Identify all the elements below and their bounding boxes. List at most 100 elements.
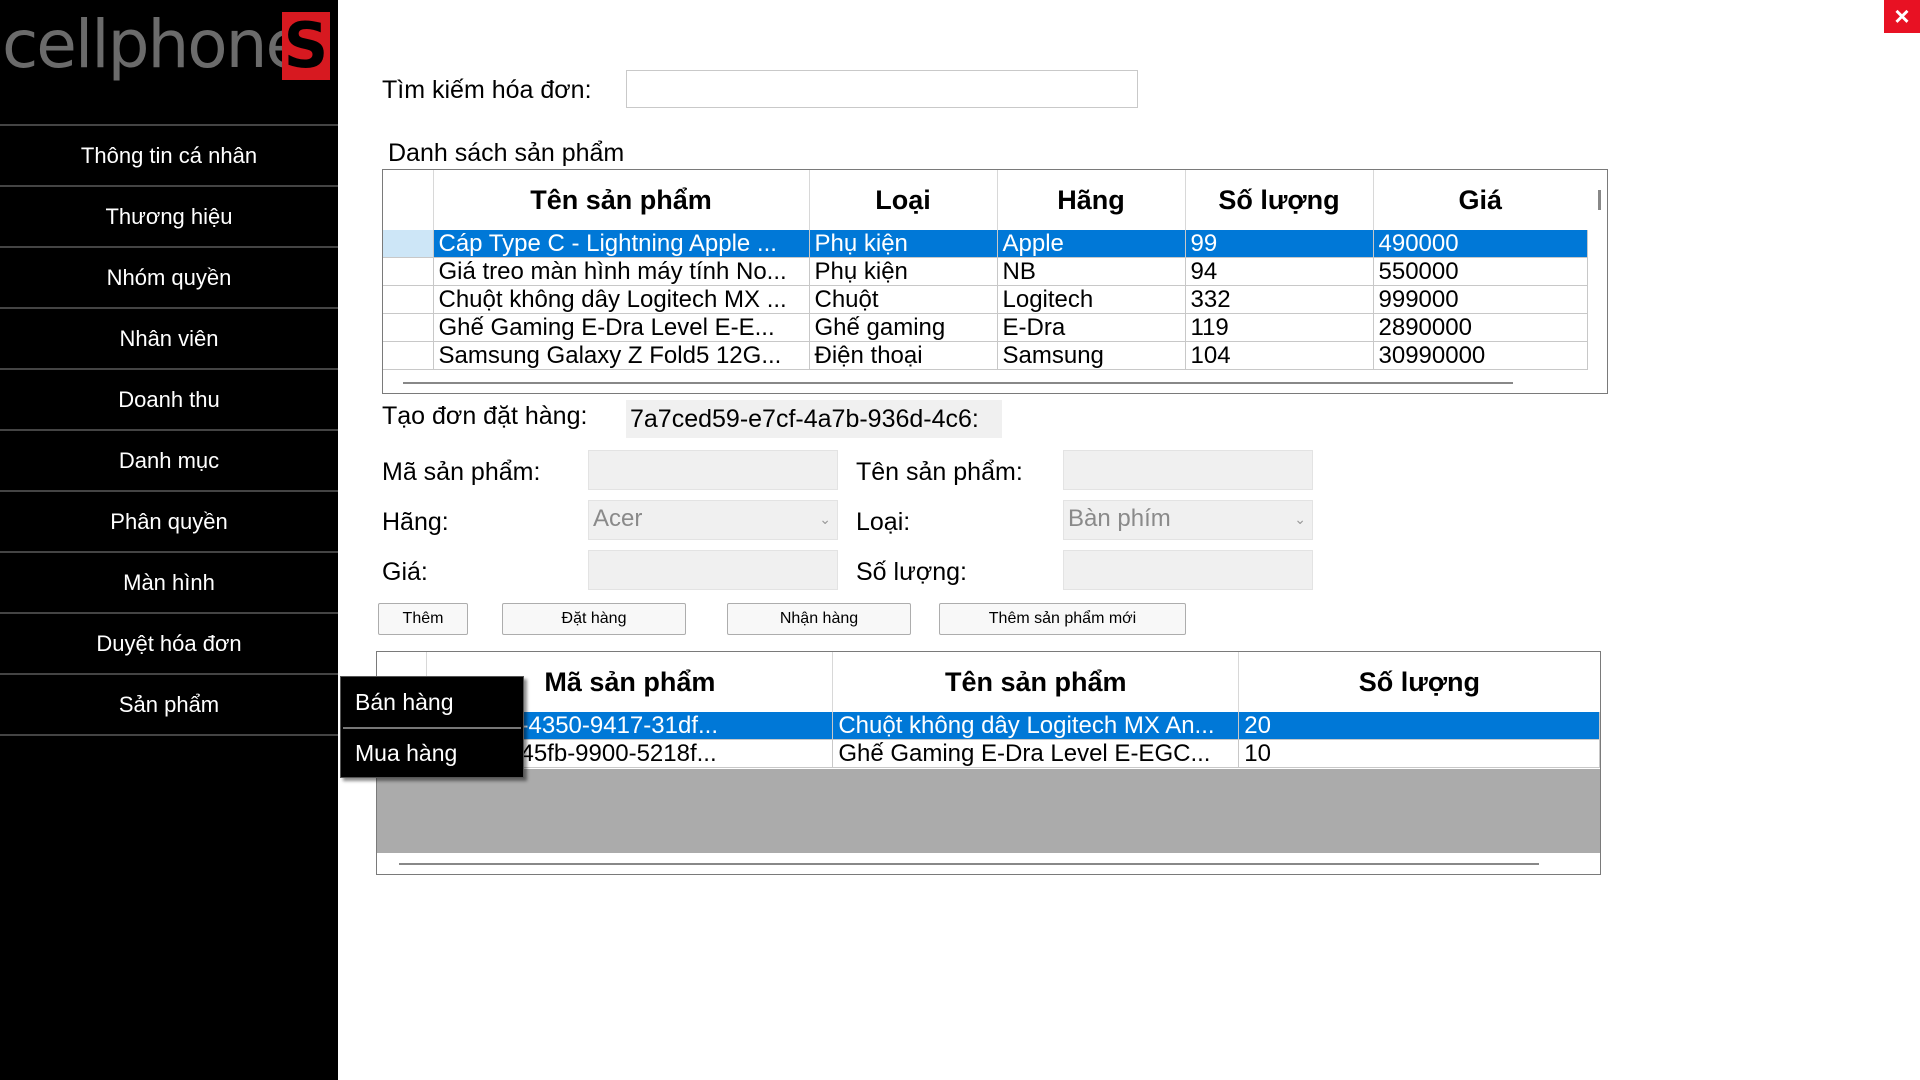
table-cell: Ghế Gaming E-Dra Level E-EGC... [832,739,1240,768]
sidebar-item-brands[interactable]: Thương hiệu [0,185,338,246]
order-items-grid[interactable]: Mã sản phẩm Tên sản phẩm Số lượng 74-26d… [376,651,1601,875]
product-name-field[interactable] [1063,450,1313,490]
quantity-label: Số lượng: [856,558,967,586]
brand-select-value: Acer [593,505,643,532]
price-field[interactable] [588,550,838,590]
table-cell: E-Dra [997,313,1186,342]
sidebar-item-employees[interactable]: Nhân viên [0,307,338,368]
column-header[interactable]: Số lượng [1238,652,1600,712]
table-cell: 94 [1185,257,1374,286]
table-cell: 2890000 [1373,313,1588,342]
close-icon[interactable]: × [1884,0,1920,33]
vertical-scrollbar[interactable] [1598,190,1601,210]
order-items-header: Mã sản phẩm Tên sản phẩm Số lượng [377,652,1600,712]
products-submenu: Bán hàng Mua hàng [340,676,524,778]
table-cell: 10 [1238,739,1600,768]
row-header[interactable] [383,313,434,342]
sidebar-item-invoice-approval[interactable]: Duyệt hóa đơn [0,612,338,673]
chevron-down-icon: ⌄ [1294,511,1306,527]
sidebar-item-permission-groups[interactable]: Nhóm quyền [0,246,338,307]
add-new-product-button[interactable]: Thêm sản phẩm mới [939,603,1186,635]
type-label: Loại: [856,508,911,536]
row-header[interactable] [383,285,434,314]
brand-select[interactable]: Acer ⌄ [588,500,838,540]
table-cell: 20 [1238,712,1600,740]
table-cell: 550000 [1373,257,1588,286]
submenu-item-purchasing[interactable]: Mua hàng [343,727,521,777]
table-cell: 332 [1185,285,1374,314]
search-input[interactable] [626,70,1138,108]
table-row[interactable]: Samsung Galaxy Z Fold5 12G... Điện thoại… [383,341,1588,370]
sidebar-item-categories[interactable]: Danh mục [0,429,338,490]
column-header[interactable]: Tên sản phẩm [433,170,810,230]
logo-text: cellphone [2,6,306,83]
grid-empty-area [377,769,1600,853]
horizontal-scrollbar[interactable] [399,863,1539,865]
table-cell: NB [997,257,1186,286]
sidebar-item-products[interactable]: Sản phẩm [0,673,338,736]
product-id-label: Mã sản phẩm: [382,458,541,486]
brand-label: Hãng: [382,508,449,536]
table-cell: Giá treo màn hình máy tính No... [433,257,810,286]
place-order-button[interactable]: Đặt hàng [502,603,686,635]
table-cell: Ghế gaming [809,313,998,342]
table-cell: 30990000 [1373,341,1588,370]
row-header[interactable] [383,341,434,370]
column-header[interactable]: Số lượng [1185,170,1374,230]
table-cell: 99 [1185,230,1374,258]
table-row[interactable]: Chuột không dây Logitech MX ... Chuột Lo… [383,285,1588,314]
table-cell: Điện thoại [809,341,998,370]
row-header-corner [383,170,434,230]
row-header[interactable] [383,230,434,258]
chevron-down-icon: ⌄ [819,511,831,527]
table-cell: Chuột không dây Logitech MX An... [832,712,1240,740]
table-cell: 104 [1185,341,1374,370]
product-list-title: Danh sách sản phẩm [388,139,625,167]
product-id-field[interactable] [588,450,838,490]
table-cell: Chuột [809,285,998,314]
sidebar-nav: Thông tin cá nhân Thương hiệu Nhóm quyền… [0,124,338,736]
table-row[interactable]: Ghế Gaming E-Dra Level E-E... Ghế gaming… [383,313,1588,342]
table-cell: Phụ kiện [809,230,998,258]
table-cell: Ghế Gaming E-Dra Level E-E... [433,313,810,342]
price-label: Giá: [382,558,428,586]
table-cell: Apple [997,230,1186,258]
table-cell: Samsung [997,341,1186,370]
logo-mark: S [282,9,330,82]
quantity-field[interactable] [1063,550,1313,590]
product-name-label: Tên sản phẩm: [856,458,1023,486]
table-cell: Phụ kiện [809,257,998,286]
sidebar-item-personal-info[interactable]: Thông tin cá nhân [0,124,338,185]
column-header[interactable]: Hãng [997,170,1186,230]
add-button[interactable]: Thêm [378,603,468,635]
submenu-item-sales[interactable]: Bán hàng [341,677,523,727]
table-cell: 999000 [1373,285,1588,314]
type-select[interactable]: Bàn phím ⌄ [1063,500,1313,540]
order-id-field[interactable]: 7a7ced59-e7cf-4a7b-936d-4c6: [626,400,1002,438]
table-row[interactable]: de-67fc-45fb-9900-5218f... Ghế Gaming E-… [377,739,1600,768]
table-cell: 490000 [1373,230,1588,258]
column-header[interactable]: Giá [1373,170,1587,230]
product-grid[interactable]: Tên sản phẩm Loại Hãng Số lượng Giá Cáp … [382,169,1608,394]
order-label: Tạo đơn đặt hàng: [382,402,588,430]
sidebar: cellphone S Thông tin cá nhân Thương hiệ… [0,0,338,1080]
type-select-value: Bàn phím [1068,505,1171,532]
sidebar-item-revenue[interactable]: Doanh thu [0,368,338,429]
table-row[interactable]: 74-26d4-4350-9417-31df... Chuột không dâ… [377,712,1600,740]
product-table: Tên sản phẩm Loại Hãng Số lượng Giá Cáp … [383,170,1588,370]
table-row[interactable]: Giá treo màn hình máy tính No... Phụ kiệ… [383,257,1588,286]
table-cell: 119 [1185,313,1374,342]
table-cell: Logitech [997,285,1186,314]
receive-goods-button[interactable]: Nhận hàng [727,603,911,635]
row-header[interactable] [383,257,434,286]
table-cell: Cáp Type C - Lightning Apple ... [433,230,810,258]
table-cell: Chuột không dây Logitech MX ... [433,285,810,314]
column-header[interactable]: Tên sản phẩm [832,652,1240,712]
logo: cellphone S [0,0,338,124]
table-row[interactable]: Cáp Type C - Lightning Apple ... Phụ kiệ… [383,230,1588,258]
column-header[interactable]: Loại [809,170,998,230]
sidebar-item-screens[interactable]: Màn hình [0,551,338,612]
horizontal-scrollbar[interactable] [403,382,1513,384]
order-items-table: Mã sản phẩm Tên sản phẩm Số lượng 74-26d… [377,652,1600,768]
sidebar-item-authorization[interactable]: Phân quyền [0,490,338,551]
